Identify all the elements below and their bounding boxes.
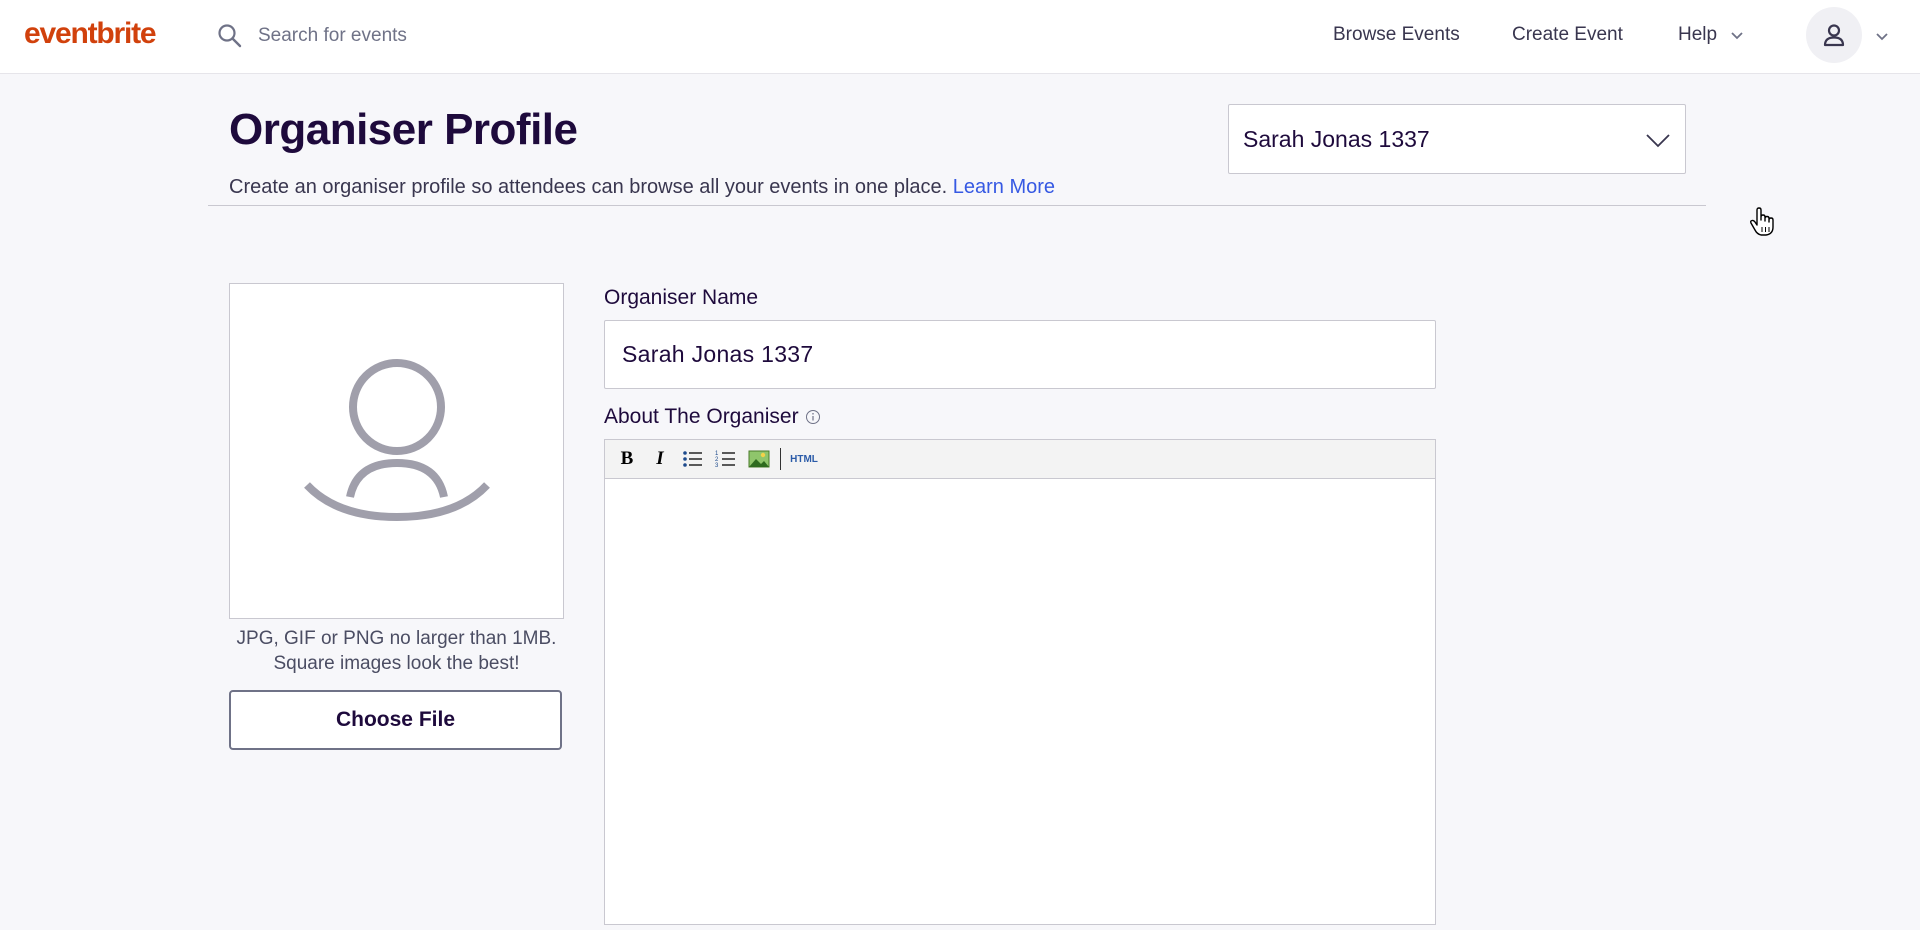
search-icon <box>218 24 242 48</box>
toolbar-separator <box>780 448 781 470</box>
learn-more-link[interactable]: Learn More <box>953 176 1055 198</box>
eventbrite-logo[interactable]: eventbrite <box>24 16 157 52</box>
user-placeholder-icon <box>303 359 490 522</box>
profile-image-placeholder[interactable] <box>229 283 564 619</box>
nav-create-event[interactable]: Create Event <box>1512 22 1623 48</box>
bold-button[interactable]: B <box>613 445 641 473</box>
html-source-button[interactable]: HTML <box>787 445 821 473</box>
image-icon <box>748 450 770 468</box>
svg-text:3: 3 <box>715 463 719 469</box>
user-avatar-button[interactable] <box>1806 7 1862 63</box>
nav-help[interactable]: Help <box>1678 22 1745 48</box>
search-bar[interactable] <box>216 20 716 52</box>
numbered-list-icon: 1 2 3 <box>715 451 735 469</box>
insert-image-button[interactable] <box>745 445 773 473</box>
italic-button[interactable]: I <box>646 445 674 473</box>
chevron-down-icon[interactable] <box>1874 28 1890 44</box>
editor-toolbar: B I 1 2 3 HTML <box>605 440 1435 479</box>
about-rich-text-editor: B I 1 2 3 HTML <box>604 439 1436 925</box>
page-description: Create an organiser profile so attendees… <box>229 174 1055 200</box>
chevron-down-icon <box>1646 134 1670 148</box>
image-requirements-hint: JPG, GIF or PNG no larger than 1MB. Squa… <box>229 626 564 676</box>
hand-cursor-icon <box>1749 207 1774 236</box>
info-icon[interactable] <box>805 409 821 425</box>
nav-browse-events[interactable]: Browse Events <box>1333 22 1460 48</box>
numbered-list-button[interactable]: 1 2 3 <box>712 445 740 473</box>
nav-help-label: Help <box>1678 24 1718 45</box>
bullet-list-icon <box>683 451 702 467</box>
search-input[interactable] <box>258 25 678 47</box>
organiser-name-input[interactable] <box>604 320 1436 389</box>
image-hint-line: JPG, GIF or PNG no larger than 1MB. <box>236 628 557 649</box>
header-divider <box>208 205 1706 206</box>
page-title: Organiser Profile <box>229 105 578 154</box>
description-text: Create an organiser profile so attendees… <box>229 176 948 198</box>
choose-file-button[interactable]: Choose File <box>229 690 562 750</box>
top-navigation-bar: eventbrite Browse Events Create Event He… <box>0 0 1920 74</box>
organiser-name-label: Organiser Name <box>604 286 759 309</box>
chevron-down-icon <box>1731 32 1743 40</box>
bullet-list-button[interactable] <box>679 445 707 473</box>
image-hint-line: Square images look the best! <box>273 653 520 674</box>
organiser-select-value: Sarah Jonas 1337 <box>1243 125 1430 152</box>
about-label-text: About The Organiser <box>604 405 799 428</box>
user-icon <box>1823 24 1845 47</box>
about-organiser-label: About The Organiser <box>604 403 821 431</box>
organiser-select[interactable]: Sarah Jonas 1337 <box>1228 104 1686 174</box>
about-text-area[interactable] <box>605 479 1435 925</box>
